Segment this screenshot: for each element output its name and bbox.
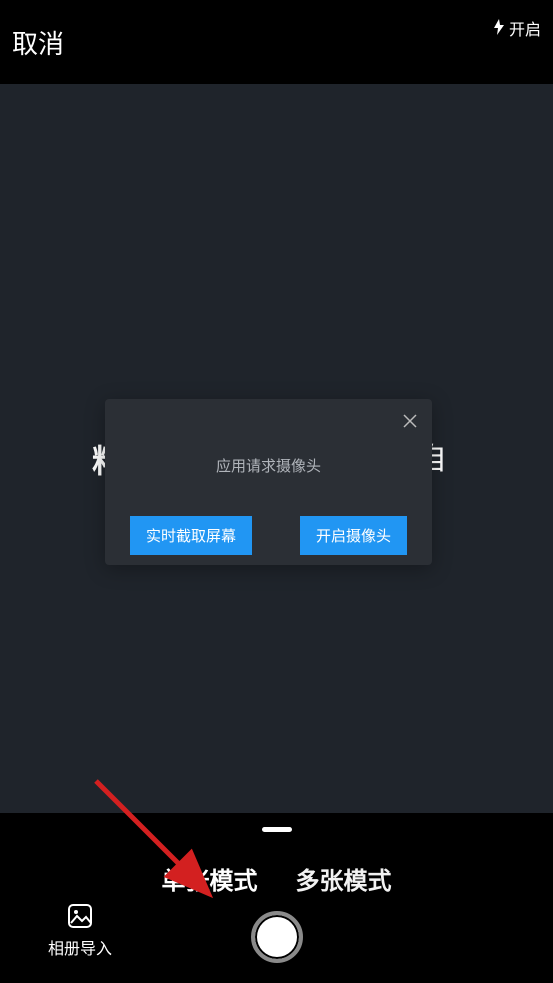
- camera-permission-dialog: 应用请求摄像头 实时截取屏幕 开启摄像头: [105, 399, 432, 565]
- flash-toggle[interactable]: 开启: [493, 16, 541, 40]
- dialog-close-button[interactable]: [400, 411, 420, 431]
- screenshot-button[interactable]: 实时截取屏幕: [130, 516, 252, 555]
- dialog-button-row: 实时截取屏幕 开启摄像头: [105, 516, 432, 555]
- camera-viewfinder: 料 自 应用请求摄像头 实时截取屏幕 开启摄像头: [0, 84, 553, 813]
- tab-multi-mode[interactable]: 多张模式: [296, 861, 392, 896]
- shutter-button[interactable]: [251, 911, 303, 963]
- flash-label: 开启: [509, 16, 541, 40]
- camera-header: 取消 开启: [0, 0, 553, 84]
- flash-icon: [493, 19, 505, 38]
- close-icon: [403, 414, 417, 428]
- mode-tab-group: 单张模式 多张模式: [162, 861, 392, 896]
- open-camera-button[interactable]: 开启摄像头: [300, 516, 407, 555]
- camera-bottom-bar: 单张模式 多张模式 相册导入: [0, 813, 553, 983]
- drag-handle[interactable]: [262, 827, 292, 832]
- gallery-import-button[interactable]: 相册导入: [48, 903, 112, 959]
- tab-single-mode[interactable]: 单张模式: [162, 861, 258, 896]
- gallery-icon: [67, 903, 93, 929]
- cancel-button[interactable]: 取消: [12, 24, 64, 61]
- dialog-title: 应用请求摄像头: [105, 455, 432, 476]
- gallery-import-label: 相册导入: [48, 935, 112, 959]
